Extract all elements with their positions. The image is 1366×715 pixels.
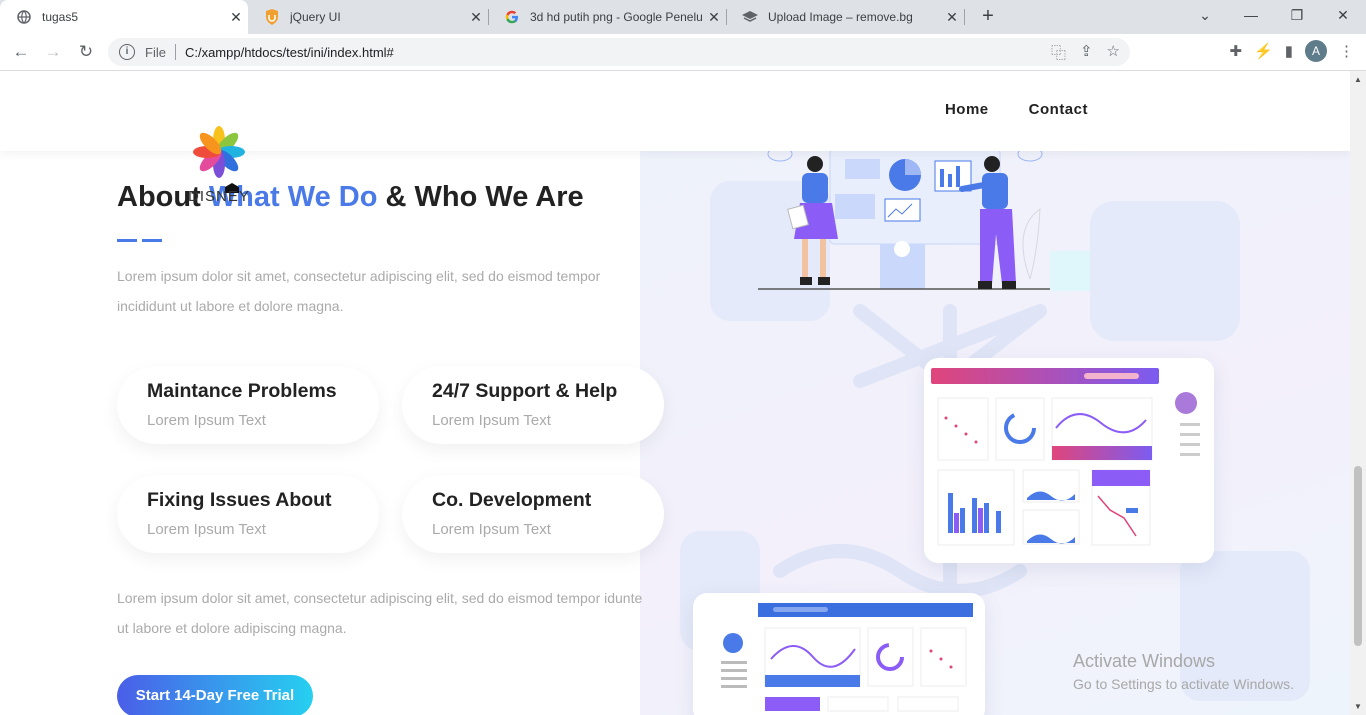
bookmark-star-icon[interactable]: ☆ xyxy=(1107,42,1120,63)
forward-icon[interactable]: → xyxy=(42,41,64,63)
feature-title: Maintance Problems xyxy=(147,380,337,402)
activation-title: Activate Windows xyxy=(1073,651,1216,671)
profile-avatar[interactable]: A xyxy=(1305,40,1327,62)
restore-icon[interactable]: ❐ xyxy=(1274,0,1320,34)
tab-jquery-ui[interactable]: jQuery UI ✕ xyxy=(248,0,488,34)
window-controls: ⌄ — ❐ ✕ xyxy=(1182,0,1366,34)
feature-subtitle: Lorem Ipsum Text xyxy=(147,412,266,429)
url-text[interactable]: C:/xampp/htdocs/test/ini/index.html# xyxy=(185,45,394,60)
close-tab-icon[interactable]: ✕ xyxy=(702,9,726,26)
site-info-icon[interactable]: i xyxy=(119,44,135,60)
about-heading: About What We Do & Who We Are xyxy=(117,181,584,214)
start-free-trial-button[interactable]: Start 14-Day Free Trial xyxy=(117,675,313,715)
toolbar-extensions: ✚ ⚡ ▮ A ⋮ xyxy=(1229,40,1354,62)
address-actions: ⿻ ⇪ ☆ xyxy=(1051,42,1120,63)
tab-title: Upload Image – remove.bg xyxy=(768,10,913,24)
main-nav: Home Contact xyxy=(945,101,1088,118)
heading-accent-dash xyxy=(117,239,137,242)
reload-icon[interactable]: ↻ xyxy=(75,41,97,63)
scroll-up-arrow-icon[interactable]: ▲ xyxy=(1354,75,1362,84)
browser-toolbar: ← → ↻ i File C:/xampp/htdocs/test/ini/in… xyxy=(0,34,1366,71)
share-icon[interactable]: ⇪ xyxy=(1080,42,1093,63)
close-tab-icon[interactable]: ✕ xyxy=(940,9,964,26)
nav-contact-link[interactable]: Contact xyxy=(1029,101,1088,118)
feature-subtitle: Lorem Ipsum Text xyxy=(147,521,266,538)
new-tab-button[interactable]: + xyxy=(976,5,1000,29)
performance-icon[interactable]: ⚡ xyxy=(1254,42,1273,60)
tab-search-icon[interactable]: ⌄ xyxy=(1182,0,1228,34)
tab-title: tugas5 xyxy=(42,10,79,24)
address-divider xyxy=(174,44,176,60)
dashboard-mockup-card xyxy=(924,358,1214,563)
feature-title: 24/7 Support & Help xyxy=(432,380,618,402)
scroll-down-arrow-icon[interactable]: ▼ xyxy=(1354,702,1362,711)
close-window-icon[interactable]: ✕ xyxy=(1320,0,1366,34)
feature-title: Co. Development xyxy=(432,489,592,511)
team-dashboard-illustration xyxy=(758,149,1050,290)
about-intro-text: Lorem ipsum dolor sit amet, consectetur … xyxy=(117,268,601,314)
tab-divider xyxy=(964,9,965,25)
minimize-icon[interactable]: — xyxy=(1228,0,1274,34)
nav-home-link[interactable]: Home xyxy=(945,101,989,118)
analytics-mockup-card xyxy=(693,593,985,715)
tab-title: jQuery UI xyxy=(290,10,341,24)
shield-icon xyxy=(264,9,280,25)
feature-card-maintenance: Maintance Problems Lorem Ipsum Text xyxy=(117,366,379,444)
tab-tugas5[interactable]: tugas5 ✕ xyxy=(0,0,248,34)
feature-card-fixing: Fixing Issues About Lorem Ipsum Text xyxy=(117,475,379,553)
close-tab-icon[interactable]: ✕ xyxy=(464,9,488,26)
menu-kebab-icon[interactable]: ⋮ xyxy=(1339,42,1354,60)
tab-google-search[interactable]: 3d hd putih png - Google Penelu ✕ xyxy=(488,0,726,34)
heading-accent-dash xyxy=(142,239,162,242)
translate-icon[interactable]: ⿻ xyxy=(1051,42,1066,63)
feature-subtitle: Lorem Ipsum Text xyxy=(432,412,551,429)
logo-wordmark[interactable]: DISNEY xyxy=(188,188,250,205)
feature-title: Fixing Issues About xyxy=(147,489,332,511)
web-page: Home Contact About What We Do & Who We A… xyxy=(0,71,1350,715)
scrollbar-thumb[interactable] xyxy=(1354,466,1362,646)
close-tab-icon[interactable]: ✕ xyxy=(224,9,248,26)
about-outro-text: Lorem ipsum dolor sit amet, consectetur … xyxy=(117,590,643,636)
address-bar[interactable]: i File C:/xampp/htdocs/test/ini/index.ht… xyxy=(108,38,1130,66)
about-heading-part2: & Who We Are xyxy=(377,181,584,213)
feature-card-support: 24/7 Support & Help Lorem Ipsum Text xyxy=(402,366,664,444)
tab-removebg[interactable]: Upload Image – remove.bg ✕ xyxy=(726,0,964,34)
browser-tab-strip: tugas5 ✕ jQuery UI ✕ 3d hd putih png - G… xyxy=(0,0,1366,34)
page-scrollbar[interactable]: ▲ ▼ xyxy=(1350,71,1366,715)
google-icon xyxy=(504,9,520,25)
globe-icon xyxy=(16,9,32,25)
analytics-mockup-graphic xyxy=(721,603,973,712)
feature-subtitle: Lorem Ipsum Text xyxy=(432,521,551,538)
dashboard-mockup-graphic xyxy=(931,368,1209,553)
windows-activation-watermark: Activate Windows Go to Settings to activ… xyxy=(1073,651,1294,692)
activation-subtitle: Go to Settings to activate Windows. xyxy=(1073,676,1294,692)
scheme-label: File xyxy=(145,44,166,60)
extensions-puzzle-icon[interactable]: ✚ xyxy=(1229,42,1242,60)
feature-card-development: Co. Development Lorem Ipsum Text xyxy=(402,475,664,553)
side-panel-icon[interactable]: ▮ xyxy=(1285,42,1293,60)
tab-title: 3d hd putih png - Google Penelu xyxy=(530,10,702,24)
back-icon[interactable]: ← xyxy=(10,41,32,63)
removebg-icon xyxy=(742,9,758,25)
